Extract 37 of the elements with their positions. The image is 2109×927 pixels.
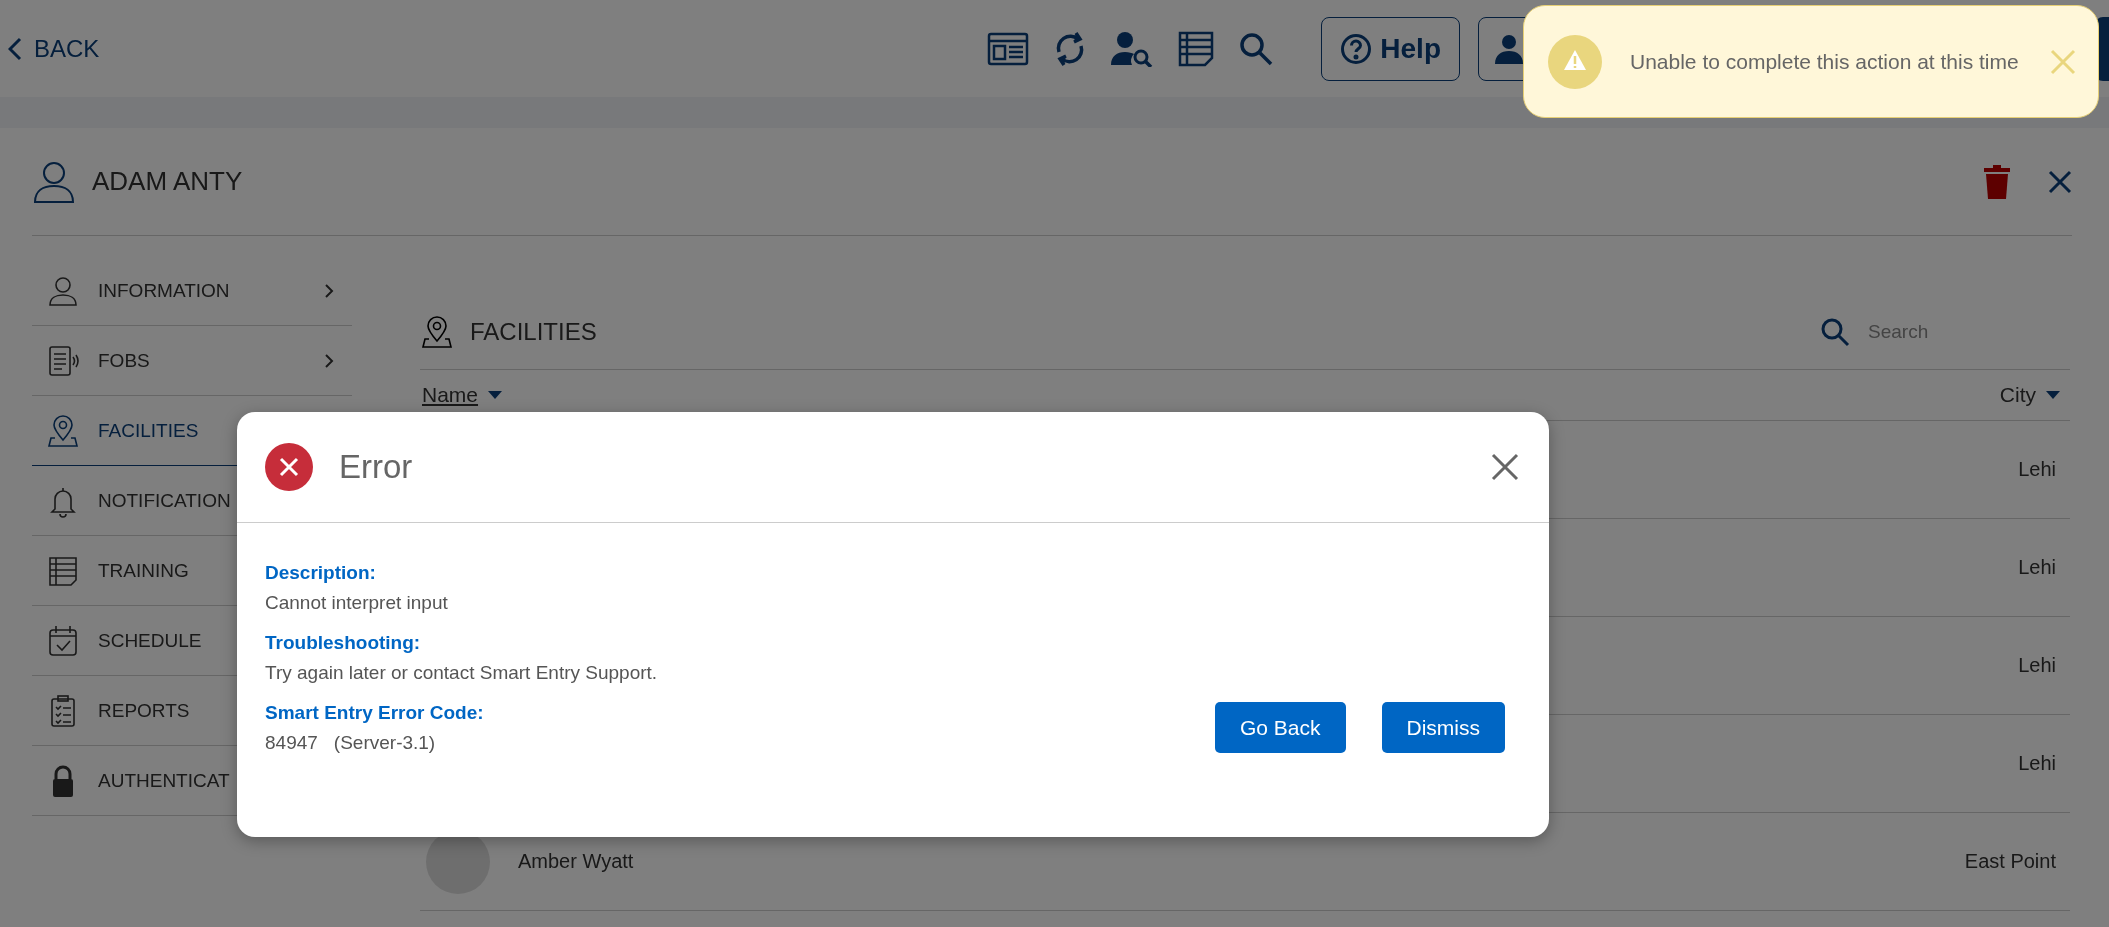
person-search-icon[interactable] xyxy=(1111,30,1154,67)
calendar-icon xyxy=(46,623,80,658)
column-header[interactable]: Name xyxy=(422,383,503,407)
chevron-left-icon xyxy=(8,36,22,61)
close-icon[interactable] xyxy=(2048,169,2072,194)
profile-name: ADAM ANTY xyxy=(92,166,244,197)
document-icon xyxy=(46,343,80,378)
map-pin-icon xyxy=(420,314,454,349)
search-icon xyxy=(1820,316,1850,347)
back-link[interactable]: BACK xyxy=(8,34,100,63)
table-cell: East Point xyxy=(1964,850,2056,873)
warning-icon xyxy=(1548,34,1602,89)
caret-icon xyxy=(2046,391,2060,399)
sidebar-item[interactable]: INFORMATION xyxy=(32,256,352,326)
dialog-button[interactable]: Go Back xyxy=(1214,702,1346,753)
column-header[interactable]: City xyxy=(1999,383,2060,407)
dialog-button[interactable]: Dismiss xyxy=(1381,702,1505,753)
person-icon xyxy=(1495,33,1523,64)
list-icon[interactable] xyxy=(1177,29,1216,68)
table-cell: Lehi xyxy=(2018,458,2056,481)
newspaper-icon[interactable] xyxy=(987,31,1030,66)
question-icon xyxy=(1340,32,1373,65)
table-cell-text: Amber Wyatt xyxy=(518,850,635,873)
table-cell: Lehi xyxy=(2018,556,2056,579)
table-cell: Lehi xyxy=(2018,654,2056,677)
sidebar-item[interactable]: FOBS xyxy=(32,326,352,396)
table-cell: Lehi xyxy=(2018,752,2056,775)
toast-message: Unable to complete this action at this time xyxy=(1630,49,2020,75)
help-button[interactable]: Help xyxy=(1321,16,1460,81)
search-icon[interactable] xyxy=(1239,31,1274,66)
person-icon xyxy=(32,159,76,204)
error-icon xyxy=(265,443,313,491)
trash-icon[interactable] xyxy=(1984,164,2010,199)
section-title: FACILITIES xyxy=(470,317,598,346)
map-pin-icon xyxy=(46,413,80,448)
close-button[interactable] xyxy=(1491,453,1519,481)
caret-icon xyxy=(488,391,503,399)
